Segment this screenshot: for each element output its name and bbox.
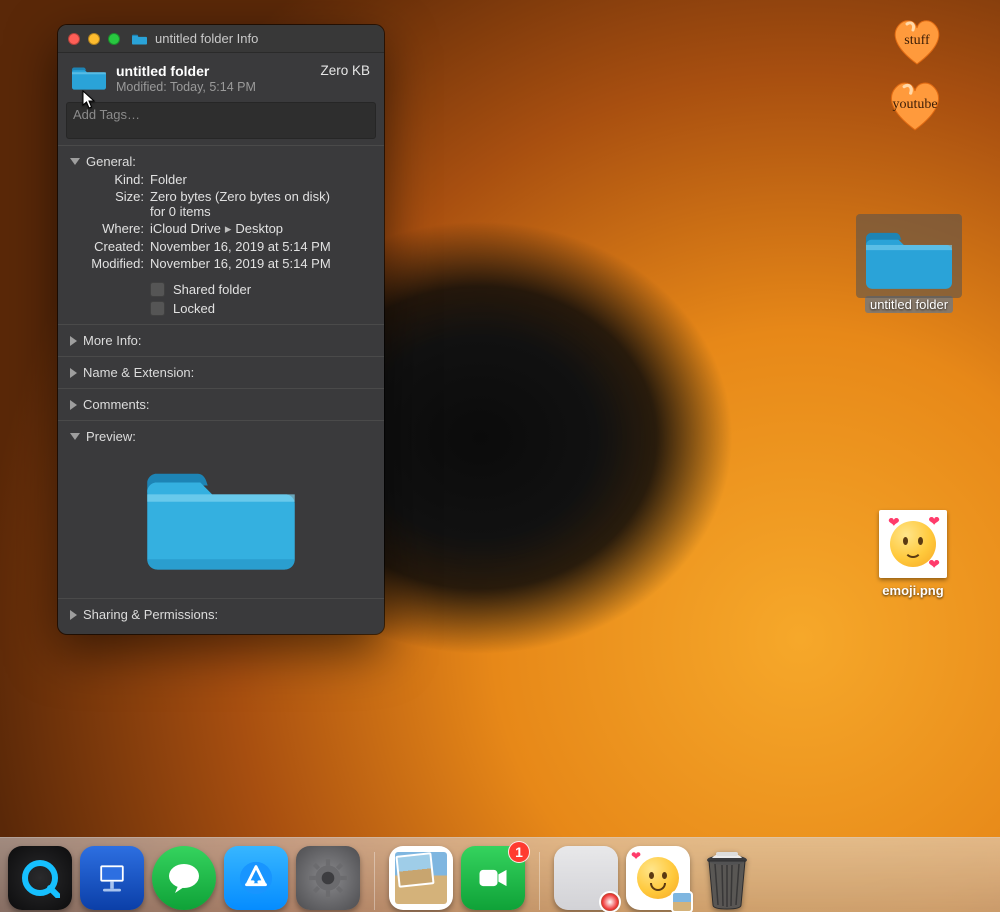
window-title: untitled folder Info — [155, 31, 258, 46]
preview-badge-icon — [671, 891, 693, 912]
desktop-icon-youtube[interactable]: youtube — [884, 78, 946, 132]
notification-badge: 1 — [508, 841, 530, 863]
tags-input[interactable]: Add Tags… — [66, 102, 376, 139]
image-file-icon: ❤ ❤ ❤ — [879, 510, 947, 578]
folder-icon — [72, 63, 106, 91]
dock-app-appstore[interactable] — [224, 846, 288, 910]
section-general-header[interactable]: General: — [70, 152, 372, 171]
dock-trash[interactable] — [698, 850, 756, 910]
section-preview-header[interactable]: Preview: — [70, 427, 372, 446]
disclosure-triangle-right-icon — [70, 610, 77, 620]
titlebar[interactable]: untitled folder Info — [58, 25, 384, 53]
chrome-badge-icon — [599, 891, 621, 912]
minimize-button[interactable] — [88, 33, 100, 45]
mouse-cursor-icon — [82, 90, 96, 110]
dock-separator — [374, 852, 375, 910]
item-size: Zero KB — [320, 63, 370, 78]
dock-minimized-window-1[interactable] — [554, 846, 618, 910]
heart-icon: youtube — [884, 78, 946, 132]
value-created: November 16, 2019 at 5:14 PM — [150, 239, 372, 254]
zoom-button[interactable] — [108, 33, 120, 45]
value-where: iCloud Drive▸Desktop — [150, 221, 372, 237]
dock-app-system-preferences[interactable] — [296, 846, 360, 910]
dock: 1 ❤ ❤ — [0, 828, 1000, 912]
dock-minimized-window-2[interactable]: ❤ ❤ — [626, 846, 690, 910]
dock-app-keynote[interactable] — [80, 846, 144, 910]
dock-app-quicktime[interactable] — [8, 846, 72, 910]
dock-stack-photos[interactable] — [389, 846, 453, 910]
folder-icon — [132, 33, 147, 45]
item-name: untitled folder — [116, 63, 310, 79]
locked-checkbox[interactable] — [150, 301, 165, 316]
heart-icon: stuff — [889, 16, 945, 66]
desktop-folder-untitled[interactable]: untitled folder — [854, 222, 964, 314]
section-comments-header[interactable]: Comments: — [70, 395, 372, 414]
locked-label: Locked — [173, 301, 215, 316]
desktop-folder-label: untitled folder — [865, 296, 953, 313]
preview-thumbnail — [70, 446, 372, 592]
desktop-file-emoji[interactable]: ❤ ❤ ❤ emoji.png — [873, 510, 953, 600]
disclosure-triangle-down-icon — [70, 433, 80, 440]
disclosure-triangle-right-icon — [70, 400, 77, 410]
folder-icon — [866, 222, 952, 292]
disclosure-triangle-right-icon — [70, 336, 77, 346]
folder-icon — [147, 456, 295, 574]
item-modified: Modified: Today, 5:14 PM — [116, 80, 310, 94]
disclosure-triangle-right-icon — [70, 368, 77, 378]
disclosure-triangle-down-icon — [70, 158, 80, 165]
shared-folder-label: Shared folder — [173, 282, 251, 297]
section-sharing-permissions-header[interactable]: Sharing & Permissions: — [70, 605, 372, 624]
section-name-extension-header[interactable]: Name & Extension: — [70, 363, 372, 382]
dock-app-messages[interactable] — [152, 846, 216, 910]
value-kind: Folder — [150, 172, 372, 187]
close-button[interactable] — [68, 33, 80, 45]
value-modified: November 16, 2019 at 5:14 PM — [150, 256, 372, 271]
dock-app-facetime[interactable]: 1 — [461, 846, 525, 910]
desktop-icon-stuff[interactable]: stuff — [889, 16, 945, 66]
value-size: Zero bytes (Zero bytes on disk)for 0 ite… — [150, 189, 372, 219]
heart-label: stuff — [904, 33, 929, 49]
get-info-window: untitled folder Info untitled folder Mod… — [58, 25, 384, 634]
dock-separator — [539, 852, 540, 910]
shared-folder-checkbox[interactable] — [150, 282, 165, 297]
heart-label: youtube — [892, 97, 937, 113]
section-more-info-header[interactable]: More Info: — [70, 331, 372, 350]
desktop-file-label: emoji.png — [877, 582, 948, 599]
